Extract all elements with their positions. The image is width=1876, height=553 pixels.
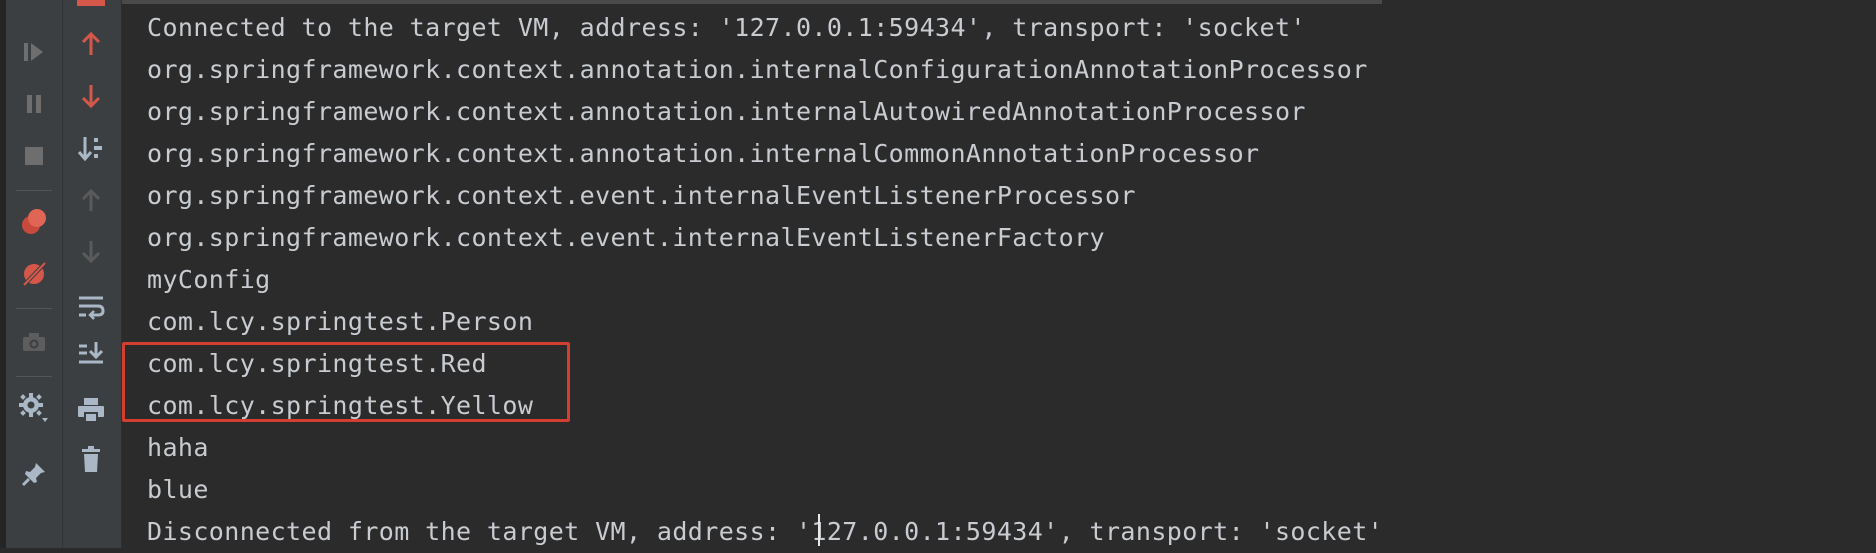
console-line: Disconnected from the target VM, address… bbox=[147, 517, 1384, 546]
console-line: org.springframework.context.annotation.i… bbox=[147, 55, 1368, 84]
up-arrow-icon[interactable] bbox=[71, 26, 111, 62]
soft-wrap-icon[interactable] bbox=[71, 288, 111, 324]
console-lines: Connected to the target VM, address: '12… bbox=[147, 7, 1383, 553]
console-line: org.springframework.context.annotation.i… bbox=[147, 139, 1260, 168]
debug-console-window: Connected to the target VM, address: '12… bbox=[0, 0, 1876, 548]
error-indicator bbox=[77, 0, 105, 6]
view-breakpoints-icon[interactable] bbox=[14, 204, 54, 240]
sort-icon[interactable] bbox=[71, 130, 111, 166]
scroll-to-end-icon[interactable] bbox=[71, 336, 111, 372]
pause-program-icon[interactable] bbox=[14, 86, 54, 122]
scroll-up-icon[interactable] bbox=[71, 182, 111, 218]
console-line-highlighted: com.lcy.springtest.Yellow bbox=[147, 391, 534, 420]
console-line: blue bbox=[147, 475, 209, 504]
settings-icon[interactable] bbox=[14, 390, 54, 426]
mute-breakpoints-icon[interactable] bbox=[14, 256, 54, 292]
console-line: com.lcy.springtest.Person bbox=[147, 307, 534, 336]
console-output[interactable]: Connected to the target VM, address: '12… bbox=[122, 0, 1876, 548]
text-caret bbox=[818, 514, 820, 546]
resume-program-icon[interactable] bbox=[14, 34, 54, 70]
debug-toolbar bbox=[6, 0, 63, 548]
down-arrow-icon[interactable] bbox=[71, 78, 111, 114]
console-line: org.springframework.context.event.intern… bbox=[147, 223, 1105, 252]
console-toolbar bbox=[63, 0, 122, 548]
scroll-down-icon[interactable] bbox=[71, 234, 111, 270]
horizontal-scrollbar[interactable] bbox=[122, 0, 1382, 4]
pin-icon[interactable] bbox=[14, 456, 54, 492]
console-line: haha bbox=[147, 433, 209, 462]
toolbar-separator bbox=[16, 308, 52, 309]
console-line: org.springframework.context.event.intern… bbox=[147, 181, 1136, 210]
console-line-highlighted: com.lcy.springtest.Red bbox=[147, 349, 487, 378]
console-line: myConfig bbox=[147, 265, 271, 294]
console-line: Connected to the target VM, address: '12… bbox=[147, 13, 1306, 42]
print-icon[interactable] bbox=[71, 392, 111, 428]
toolbar-separator bbox=[16, 376, 52, 377]
trash-icon[interactable] bbox=[71, 442, 111, 478]
stop-icon[interactable] bbox=[14, 138, 54, 174]
toolbar-separator bbox=[16, 190, 52, 191]
console-line: org.springframework.context.annotation.i… bbox=[147, 97, 1306, 126]
camera-icon[interactable] bbox=[14, 324, 54, 360]
